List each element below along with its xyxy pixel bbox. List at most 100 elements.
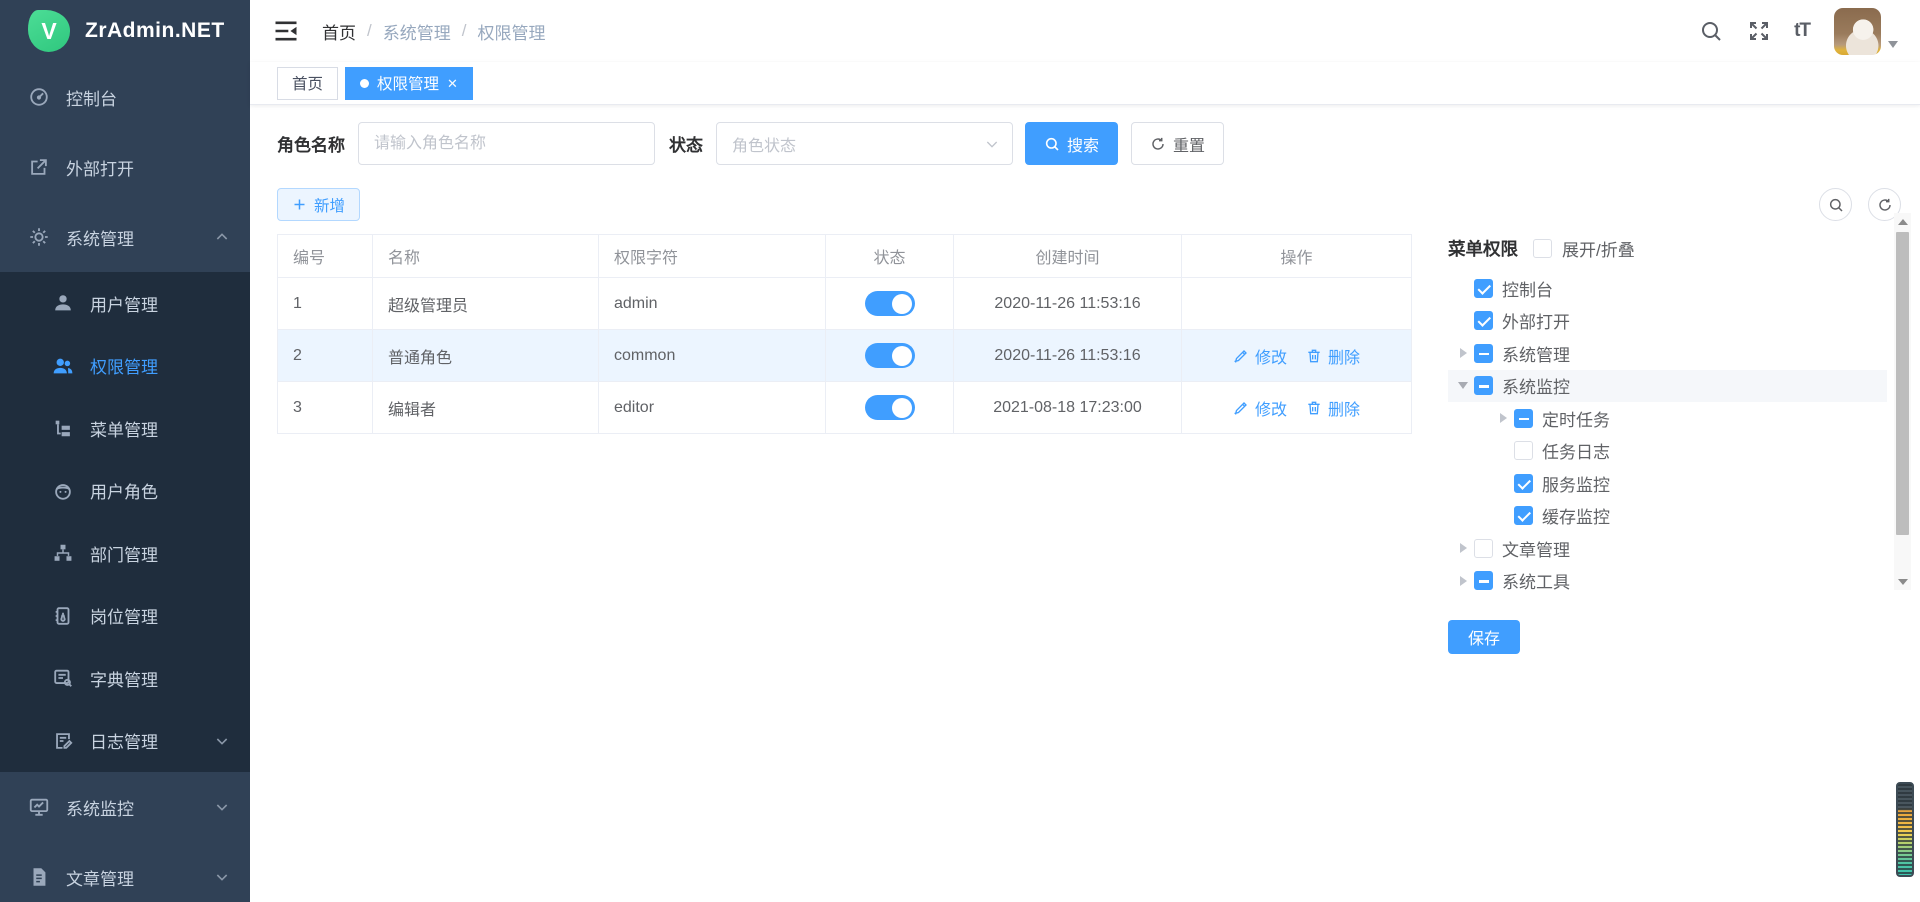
tree-checkbox[interactable] — [1514, 506, 1533, 525]
dashboard-icon — [28, 86, 50, 108]
tree-checkbox[interactable] — [1514, 441, 1533, 460]
tree-node-3[interactable]: 系统监控 — [1448, 370, 1887, 403]
sidebar-subitem-2[interactable]: 菜单管理 — [0, 397, 250, 460]
status-select[interactable]: 角色状态 — [716, 122, 1013, 165]
scrollbar-down-arrow[interactable] — [1894, 573, 1911, 590]
chevron-down-icon — [214, 733, 230, 749]
expand-collapse-label: 展开/折叠 — [1562, 236, 1635, 261]
tree-node-1[interactable]: 外部打开 — [1448, 305, 1887, 338]
tab-0[interactable]: 首页 — [277, 67, 338, 100]
sidebar-item-4[interactable]: 文章管理 — [0, 842, 250, 902]
breadcrumb-item-2[interactable]: 权限管理 — [477, 19, 545, 44]
status-toggle[interactable] — [865, 343, 915, 368]
search-icon[interactable] — [1698, 18, 1724, 44]
tree-expand-caret[interactable] — [1458, 382, 1468, 389]
save-button[interactable]: 保存 — [1448, 620, 1520, 654]
search-button[interactable]: 搜索 — [1025, 122, 1118, 165]
badge-icon — [52, 605, 74, 627]
permission-panel-title: 菜单权限 — [1448, 236, 1518, 261]
tree-checkbox[interactable] — [1514, 409, 1533, 428]
tree-collapse-caret[interactable] — [1460, 543, 1467, 553]
cell-perm-key: editor — [599, 382, 826, 434]
sidebar-subitem-5[interactable]: 岗位管理 — [0, 585, 250, 648]
column-header: 权限字符 — [599, 235, 826, 278]
tree-checkbox[interactable] — [1474, 376, 1493, 395]
scrollbar-up-arrow[interactable] — [1894, 213, 1911, 230]
tree-collapse-caret[interactable] — [1460, 348, 1467, 358]
app-title: ZrAdmin.NET — [85, 19, 225, 43]
scrollbar-thumb[interactable] — [1896, 232, 1909, 535]
tree-node-2[interactable]: 系统管理 — [1448, 337, 1887, 370]
font-size-icon[interactable]: tT — [1794, 18, 1810, 44]
tree-checkbox[interactable] — [1474, 279, 1493, 298]
sidebar-subitem-0[interactable]: 用户管理 — [0, 272, 250, 335]
permission-tree: 控制台外部打开系统管理系统监控定时任务任务日志服务监控缓存监控文章管理系统工具 — [1448, 272, 1911, 597]
table-header-row: 编号名称权限字符状态创建时间操作 — [278, 235, 1412, 278]
tree-checkbox[interactable] — [1474, 311, 1493, 330]
sidebar-subitem-4[interactable]: 部门管理 — [0, 522, 250, 585]
tree-node-8[interactable]: 文章管理 — [1448, 532, 1887, 565]
column-header: 创建时间 — [954, 235, 1182, 278]
table-toolbar: 新增 — [277, 188, 1901, 221]
search-circle-button[interactable] — [1819, 188, 1852, 221]
panel-tools — [1819, 188, 1901, 221]
permission-panel-header: 菜单权限 展开/折叠 — [1448, 236, 1911, 261]
performance-meter — [1896, 782, 1914, 877]
chevron-down-icon[interactable] — [1888, 41, 1898, 48]
table-row[interactable]: 3编辑者editor2021-08-18 17:23:00修改删除 — [278, 382, 1412, 434]
tree-node-0[interactable]: 控制台 — [1448, 272, 1887, 305]
edit-link[interactable]: 修改 — [1233, 396, 1287, 420]
expand-collapse-checkbox[interactable] — [1533, 239, 1552, 258]
tree-node-6[interactable]: 服务监控 — [1448, 467, 1887, 500]
cell-id: 3 — [278, 382, 373, 434]
breadcrumb-item-0[interactable]: 首页 — [322, 19, 356, 44]
table-row[interactable]: 2普通角色common2020-11-26 11:53:16修改删除 — [278, 330, 1412, 382]
sidebar-subitem-7[interactable]: 日志管理 — [0, 710, 250, 773]
tree-scrollbar[interactable] — [1894, 213, 1911, 590]
tree-node-4[interactable]: 定时任务 — [1448, 402, 1887, 435]
sidebar-item-1[interactable]: 外部打开 — [0, 132, 250, 202]
reset-button[interactable]: 重置 — [1131, 122, 1224, 165]
sidebar-menu: 控制台外部打开系统管理用户管理权限管理菜单管理用户角色部门管理岗位管理字典管理日… — [0, 62, 250, 902]
tree-checkbox[interactable] — [1474, 571, 1493, 590]
tree-collapse-caret[interactable] — [1500, 413, 1507, 423]
tab-1[interactable]: 权限管理✕ — [345, 67, 473, 100]
tree-checkbox[interactable] — [1474, 344, 1493, 363]
column-header: 名称 — [373, 235, 599, 278]
tab-close-icon[interactable]: ✕ — [447, 77, 458, 90]
sidebar-subitem-3[interactable]: 用户角色 — [0, 460, 250, 523]
sidebar-item-3[interactable]: 系统监控 — [0, 772, 250, 842]
menu-fold-icon[interactable] — [272, 17, 300, 45]
edit-link[interactable]: 修改 — [1233, 344, 1287, 368]
role-name-input[interactable] — [358, 122, 655, 165]
app-root: V ZrAdmin.NET 控制台外部打开系统管理用户管理权限管理菜单管理用户角… — [0, 0, 1920, 902]
tree-node-5[interactable]: 任务日志 — [1448, 435, 1887, 468]
status-toggle[interactable] — [865, 395, 915, 420]
menu-tree-icon — [52, 417, 74, 439]
tree-checkbox[interactable] — [1474, 539, 1493, 558]
monitor-icon — [28, 796, 50, 818]
role-name-label: 角色名称 — [277, 131, 345, 156]
tree-node-7[interactable]: 缓存监控 — [1448, 500, 1887, 533]
chevron-down-icon — [214, 799, 230, 815]
sidebar-item-0[interactable]: 控制台 — [0, 62, 250, 132]
tree-checkbox[interactable] — [1514, 474, 1533, 493]
delete-link[interactable]: 删除 — [1306, 396, 1360, 420]
tree-collapse-caret[interactable] — [1460, 576, 1467, 586]
main-area: 首页/系统管理/权限管理 tT 首页权限管理✕ 角色名称 — [250, 0, 1920, 902]
cell-created: 2021-08-18 17:23:00 — [954, 382, 1182, 434]
tree-node-9[interactable]: 系统工具 — [1448, 565, 1887, 598]
sidebar-subitem-6[interactable]: 字典管理 — [0, 647, 250, 710]
fullscreen-icon[interactable] — [1746, 18, 1772, 44]
sidebar-item-2[interactable]: 系统管理 — [0, 202, 250, 272]
breadcrumb-item-1[interactable]: 系统管理 — [383, 19, 451, 44]
cell-id: 1 — [278, 278, 373, 330]
delete-link[interactable]: 删除 — [1306, 344, 1360, 368]
user-avatar[interactable] — [1834, 8, 1881, 55]
table-row[interactable]: 1超级管理员admin2020-11-26 11:53:16 — [278, 278, 1412, 330]
status-toggle[interactable] — [865, 291, 915, 316]
sidebar-subitem-1[interactable]: 权限管理 — [0, 335, 250, 398]
add-button[interactable]: 新增 — [277, 188, 360, 221]
sidebar-submenu: 用户管理权限管理菜单管理用户角色部门管理岗位管理字典管理日志管理 — [0, 272, 250, 772]
article-icon — [28, 866, 50, 888]
